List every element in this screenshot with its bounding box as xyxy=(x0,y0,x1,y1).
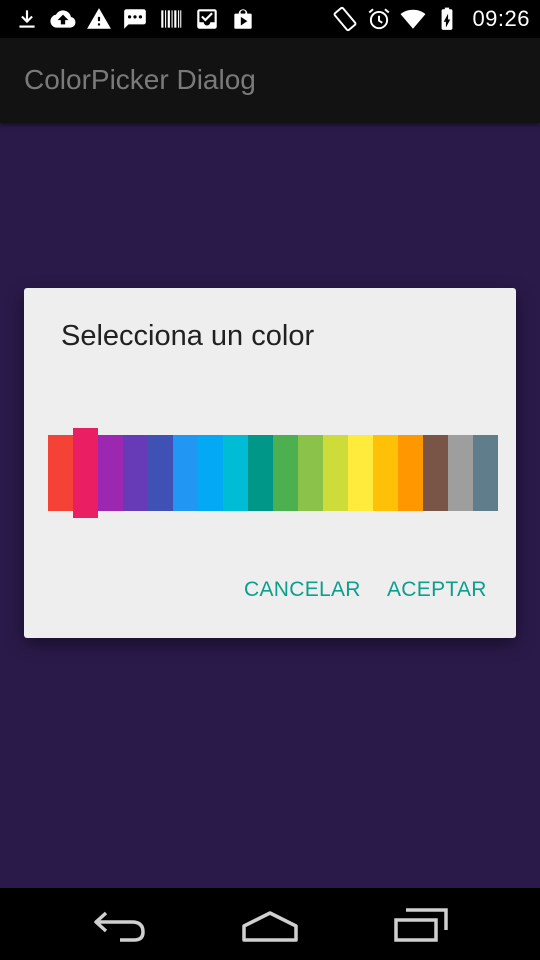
color-swatch[interactable] xyxy=(198,435,223,511)
system-icons: 09:26 xyxy=(332,6,530,32)
download-icon xyxy=(14,6,40,32)
wifi-icon xyxy=(400,6,426,32)
color-swatch[interactable] xyxy=(448,435,473,511)
color-swatch[interactable] xyxy=(48,435,73,511)
recents-icon[interactable] xyxy=(388,902,452,946)
navigation-bar xyxy=(0,888,540,960)
accept-button[interactable]: ACEPTAR xyxy=(387,578,487,602)
color-swatch[interactable] xyxy=(148,435,173,511)
status-bar: 09:26 xyxy=(0,0,540,38)
shopping-bag-icon xyxy=(230,6,256,32)
status-clock: 09:26 xyxy=(472,6,530,31)
color-picker-dialog: Selecciona un color CANCELAR ACEPTAR xyxy=(24,288,516,638)
back-icon[interactable] xyxy=(88,902,152,946)
color-swatch[interactable] xyxy=(123,435,148,511)
action-bar: ColorPicker Dialog xyxy=(0,38,540,123)
color-swatch[interactable] xyxy=(273,435,298,511)
dialog-title: Selecciona un color xyxy=(61,320,315,352)
app-title: ColorPicker Dialog xyxy=(24,64,256,95)
color-swatch[interactable] xyxy=(423,435,448,511)
color-swatch[interactable] xyxy=(373,435,398,511)
color-swatch[interactable] xyxy=(473,435,498,511)
warning-icon xyxy=(86,6,112,32)
color-swatch[interactable] xyxy=(98,435,123,511)
alarm-icon xyxy=(366,6,392,32)
color-swatch[interactable] xyxy=(323,435,348,511)
message-icon xyxy=(122,6,148,32)
color-swatch[interactable] xyxy=(173,435,198,511)
color-swatch[interactable] xyxy=(348,435,373,511)
battery-charging-icon xyxy=(434,6,460,32)
color-swatch[interactable] xyxy=(223,435,248,511)
cloud-upload-icon xyxy=(50,6,76,32)
color-swatch[interactable] xyxy=(398,435,423,511)
barcode-icon xyxy=(158,6,184,32)
color-swatch[interactable] xyxy=(248,435,273,511)
inbox-icon xyxy=(194,6,220,32)
color-swatch-row xyxy=(48,428,498,518)
notification-icons xyxy=(14,6,256,32)
cancel-button[interactable]: CANCELAR xyxy=(244,578,361,602)
home-icon[interactable] xyxy=(238,902,302,946)
rotation-icon xyxy=(332,6,358,32)
color-swatch-selected[interactable] xyxy=(73,428,98,518)
color-swatch[interactable] xyxy=(298,435,323,511)
